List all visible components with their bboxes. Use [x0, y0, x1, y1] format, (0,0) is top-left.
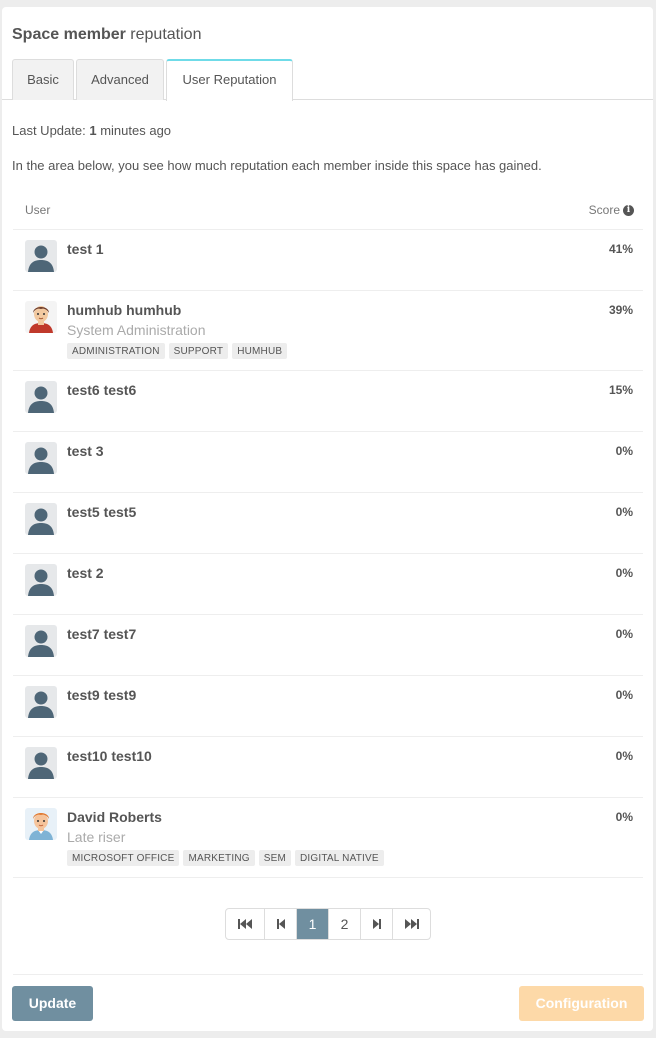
avatar[interactable]: [25, 381, 57, 413]
tab-basic[interactable]: Basic: [12, 59, 74, 100]
member-title: System Administration: [67, 322, 206, 338]
page-1-button[interactable]: 1: [296, 909, 328, 939]
description-text: In the area below, you see how much repu…: [12, 158, 542, 173]
member-score: 39%: [608, 303, 633, 317]
member-row[interactable]: test9 test9 0%: [13, 675, 643, 736]
member-score: 0%: [615, 566, 633, 580]
tab-user-reputation[interactable]: User Reputation: [166, 59, 293, 101]
avatar[interactable]: [25, 301, 57, 333]
member-title: Late riser: [67, 829, 126, 845]
avatar[interactable]: [25, 442, 57, 474]
column-header-score: Score i: [589, 203, 634, 217]
member-tag[interactable]: MICROSOFT OFFICE: [67, 850, 180, 866]
last-update: Last Update: 1 minutes ago: [12, 123, 171, 138]
member-row[interactable]: test 3 0%: [13, 431, 643, 492]
member-tag[interactable]: ADMINISTRATION: [67, 343, 165, 359]
member-row[interactable]: test5 test5 0%: [13, 492, 643, 553]
member-tag[interactable]: HUMHUB: [232, 343, 288, 359]
member-score: 0%: [615, 810, 633, 824]
member-row[interactable]: test10 test10 0%: [13, 736, 643, 797]
member-name[interactable]: test6 test6: [67, 382, 136, 398]
column-header-user: User: [25, 203, 51, 217]
member-row[interactable]: test7 test7 0%: [13, 614, 643, 675]
avatar[interactable]: [25, 747, 57, 779]
reputation-panel: Space member reputation Basic Advanced U…: [2, 7, 653, 1031]
first-page-button[interactable]: [226, 909, 264, 939]
next-page-button[interactable]: [360, 909, 392, 939]
member-tag[interactable]: DIGITAL NATIVE: [295, 850, 384, 866]
panel-title-light: reputation: [130, 26, 202, 43]
info-circle-icon[interactable]: i: [623, 204, 634, 216]
configuration-button[interactable]: Configuration: [519, 986, 644, 1021]
last-page-icon: [404, 919, 419, 929]
member-tag[interactable]: SUPPORT: [168, 343, 229, 359]
footer-divider: [13, 974, 643, 975]
member-score: 41%: [608, 242, 633, 256]
member-name[interactable]: test7 test7: [67, 626, 136, 642]
member-tag[interactable]: MARKETING: [183, 850, 255, 866]
avatar[interactable]: [25, 503, 57, 535]
member-tags: MICROSOFT OFFICE MARKETING SEM DIGITAL NATI…: [67, 850, 384, 866]
member-score: 0%: [615, 749, 633, 763]
last-update-prefix: Last Update:: [12, 123, 86, 138]
last-update-suffix: minutes ago: [100, 123, 172, 138]
panel-title-bold: Space member: [12, 26, 126, 43]
member-tags: ADMINISTRATION SUPPORT HUMHUB: [67, 343, 288, 359]
last-page-button[interactable]: [392, 909, 430, 939]
member-score: 0%: [615, 444, 633, 458]
member-name[interactable]: test 2: [67, 565, 104, 581]
avatar[interactable]: [25, 625, 57, 657]
member-name[interactable]: test 1: [67, 241, 104, 257]
previous-page-button[interactable]: [264, 909, 296, 939]
member-name[interactable]: test10 test10: [67, 748, 152, 764]
member-row[interactable]: humhub humhub System Administration ADMINI…: [13, 290, 643, 370]
member-name[interactable]: humhub humhub: [67, 302, 181, 318]
member-row[interactable]: David Roberts Late riser MICROSOFT OFFICE M…: [13, 797, 643, 877]
pagination: 1 2: [225, 908, 431, 940]
member-row[interactable]: test6 test6 15%: [13, 370, 643, 431]
member-score: 0%: [615, 505, 633, 519]
panel-title: Space member reputation: [12, 26, 201, 44]
member-name[interactable]: David Roberts: [67, 809, 162, 825]
last-update-value: 1: [89, 123, 97, 138]
avatar[interactable]: [25, 240, 57, 272]
tab-advanced[interactable]: Advanced: [76, 59, 164, 100]
member-name[interactable]: test9 test9: [67, 687, 136, 703]
member-score: 0%: [615, 688, 633, 702]
member-score: 0%: [615, 627, 633, 641]
avatar[interactable]: [25, 686, 57, 718]
page-2-button[interactable]: 2: [328, 909, 360, 939]
next-page-icon: [372, 919, 381, 929]
member-name[interactable]: test 3: [67, 443, 104, 459]
column-header-score-label: Score: [588, 203, 620, 217]
list-end-divider: [13, 877, 643, 878]
previous-page-icon: [276, 919, 285, 929]
member-tag[interactable]: SEM: [258, 850, 291, 866]
member-row[interactable]: test 1 41%: [13, 229, 643, 290]
first-page-icon: [238, 919, 252, 929]
member-name[interactable]: test5 test5: [67, 504, 136, 520]
member-row[interactable]: test 2 0%: [13, 553, 643, 614]
update-button[interactable]: Update: [12, 986, 93, 1021]
avatar[interactable]: [25, 808, 57, 840]
avatar[interactable]: [25, 564, 57, 596]
member-score: 15%: [608, 383, 633, 397]
tab-bar: Basic Advanced User Reputation: [2, 59, 653, 101]
